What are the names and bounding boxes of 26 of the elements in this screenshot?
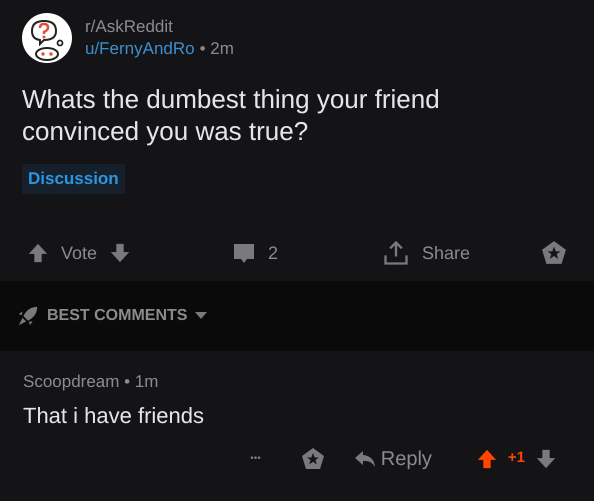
upvote-icon[interactable] [476,448,498,470]
caret-icon[interactable] [195,312,208,320]
downvote-icon[interactable] [535,448,557,470]
comment-body: That i have friends [23,402,205,430]
rocket-icon [17,304,39,326]
flair-tag[interactable]: Discussion [22,164,125,194]
reply-button[interactable]: Reply [380,444,432,474]
award-icon[interactable] [300,446,325,470]
author-link[interactable]: u/FernyAndRo [85,38,195,60]
comment-meta: Scoopdream • 1m [23,372,158,390]
award-icon[interactable] [541,240,567,266]
share-icon[interactable] [382,239,410,267]
more-options-button[interactable]: ••• [250,451,261,466]
reply-arrow-icon[interactable] [352,448,377,468]
comment-count: 2 [268,242,278,264]
post-title: Whats the dumbest thing your friend convinced you was true? [22,83,441,147]
share-button[interactable]: Share [422,240,470,266]
vote-label: Vote [61,242,98,264]
comment-score: +1 [508,448,525,468]
post-age: • 2m [200,38,234,60]
comment-icon[interactable] [232,241,256,265]
subreddit-avatar-icon[interactable] [22,13,72,63]
downvote-icon[interactable] [109,242,132,264]
upvote-icon[interactable] [27,242,49,264]
sort-dropdown[interactable]: BEST COMMENTS [47,304,188,328]
subreddit-name[interactable]: r/AskReddit [85,16,234,38]
